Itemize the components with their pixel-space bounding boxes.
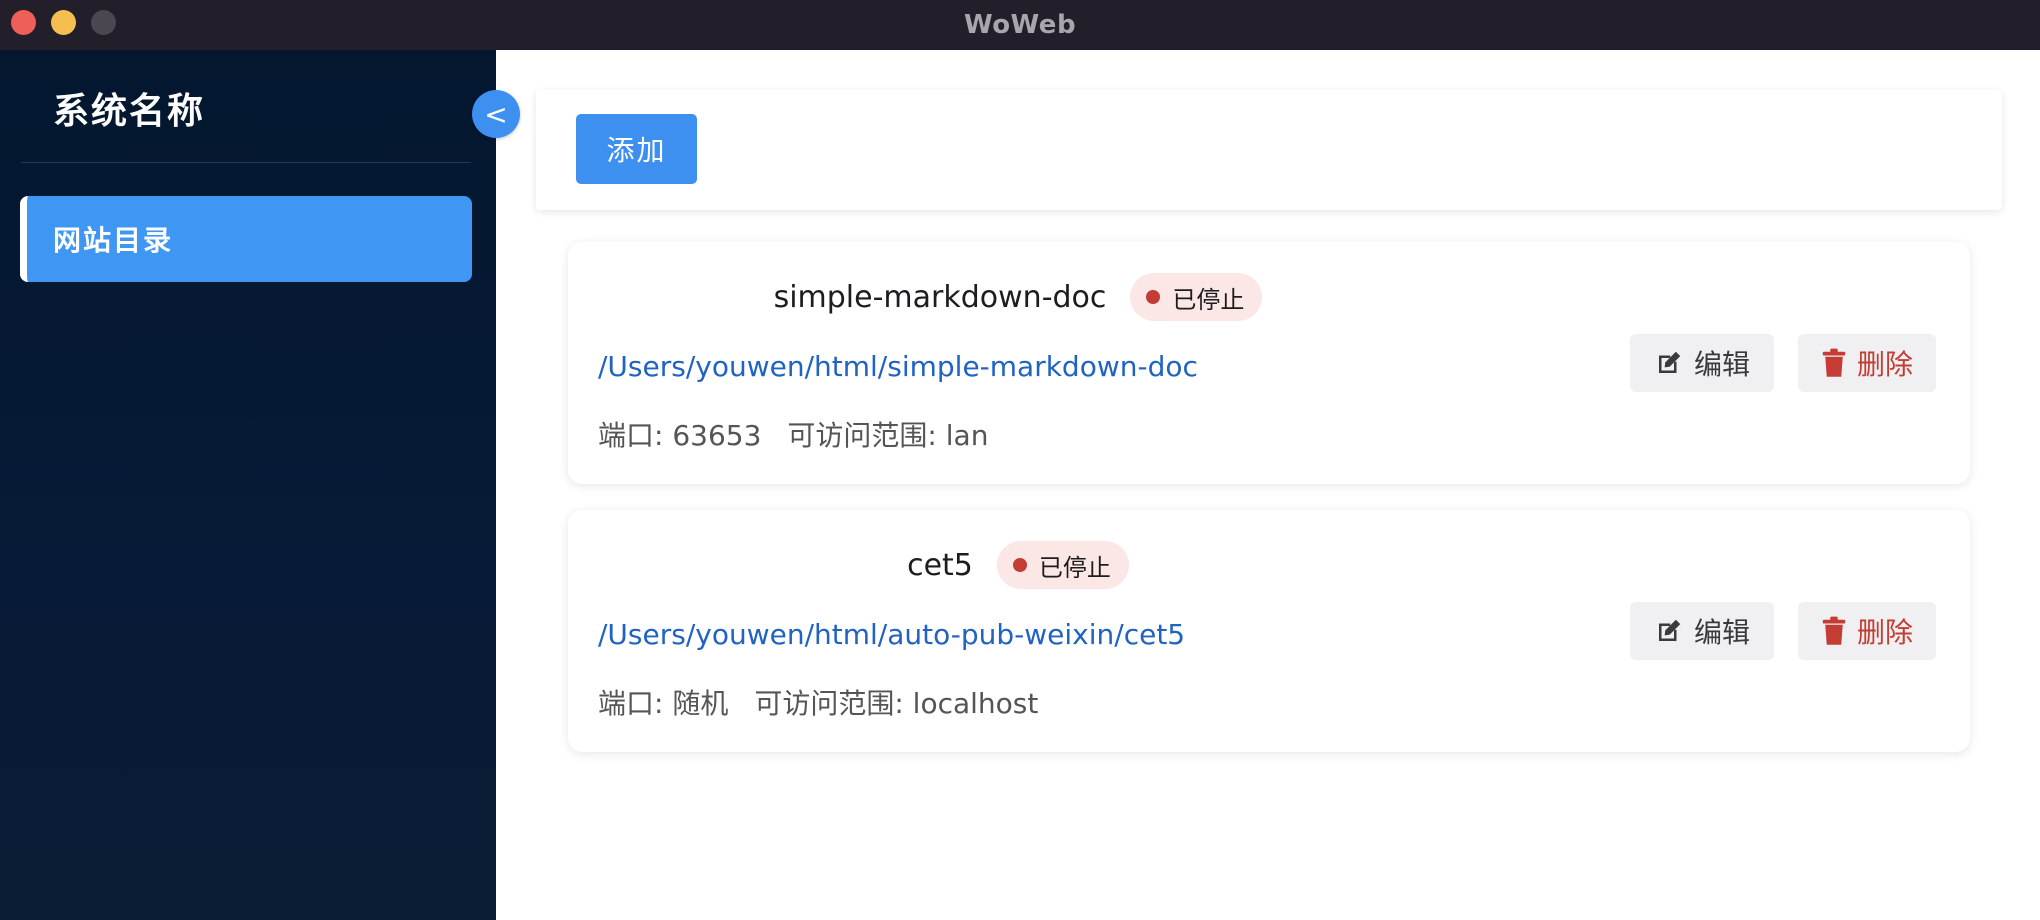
- site-name: cet5: [907, 547, 973, 583]
- site-card: simple-markdown-doc 已停止 /Users/youwen/ht…: [568, 242, 1970, 484]
- site-meta: 端口: 随机 可访问范围: localhost: [598, 682, 1038, 722]
- edit-button[interactable]: 编辑: [1630, 334, 1774, 392]
- sidebar-item-site-directory[interactable]: 网站目录: [20, 196, 472, 282]
- main-content: 添加 simple-markdown-doc 已停止 /Users/youwen…: [496, 50, 2040, 920]
- site-access-scope: 可访问范围: lan: [787, 419, 989, 452]
- brand-title: 系统名称: [53, 91, 206, 132]
- delete-button[interactable]: 删除: [1798, 602, 1936, 660]
- site-path-link[interactable]: /Users/youwen/html/auto-pub-weixin/cet5: [598, 618, 1185, 651]
- trash-icon: [1821, 348, 1847, 378]
- status-label: 已停止: [1172, 285, 1245, 314]
- site-access-scope: 可访问范围: localhost: [754, 687, 1039, 720]
- sidebar: 系统名称 网站目录: [0, 50, 496, 920]
- status-badge: 已停止: [1130, 273, 1263, 321]
- site-path-link[interactable]: /Users/youwen/html/simple-markdown-doc: [598, 350, 1198, 383]
- sidebar-collapse-button[interactable]: <: [472, 90, 520, 138]
- site-meta: 端口: 63653 可访问范围: lan: [598, 414, 988, 454]
- delete-button-label: 删除: [1856, 348, 1913, 381]
- sidebar-item-label: 网站目录: [53, 224, 174, 257]
- edit-icon: [1654, 616, 1684, 646]
- window-title: WoWeb: [963, 10, 1077, 40]
- status-label: 已停止: [1038, 553, 1111, 582]
- title-bar: WoWeb: [0, 0, 2040, 50]
- delete-button[interactable]: 删除: [1798, 334, 1936, 392]
- window-close-button[interactable]: [11, 10, 36, 35]
- site-card-header: cet5 已停止: [568, 540, 1468, 590]
- sidebar-divider: [21, 162, 471, 163]
- site-card: cet5 已停止 /Users/youwen/html/auto-pub-wei…: [568, 510, 1970, 752]
- edit-button-label: 编辑: [1693, 348, 1750, 381]
- window-minimize-button[interactable]: [51, 10, 76, 35]
- toolbar: 添加: [536, 90, 2002, 210]
- status-badge: 已停止: [996, 541, 1129, 589]
- site-port: 端口: 63653: [598, 419, 762, 452]
- edit-button[interactable]: 编辑: [1630, 602, 1774, 660]
- trash-icon: [1821, 616, 1847, 646]
- add-button[interactable]: 添加: [576, 114, 697, 184]
- edit-button-label: 编辑: [1693, 616, 1750, 649]
- delete-button-label: 删除: [1856, 616, 1913, 649]
- site-name: simple-markdown-doc: [773, 279, 1107, 315]
- site-port: 端口: 随机: [598, 687, 729, 720]
- window-maximize-button[interactable]: [91, 10, 116, 35]
- status-dot-icon: [1146, 290, 1161, 304]
- edit-icon: [1654, 348, 1684, 378]
- status-dot-icon: [1012, 558, 1027, 572]
- site-card-header: simple-markdown-doc 已停止: [568, 272, 1468, 322]
